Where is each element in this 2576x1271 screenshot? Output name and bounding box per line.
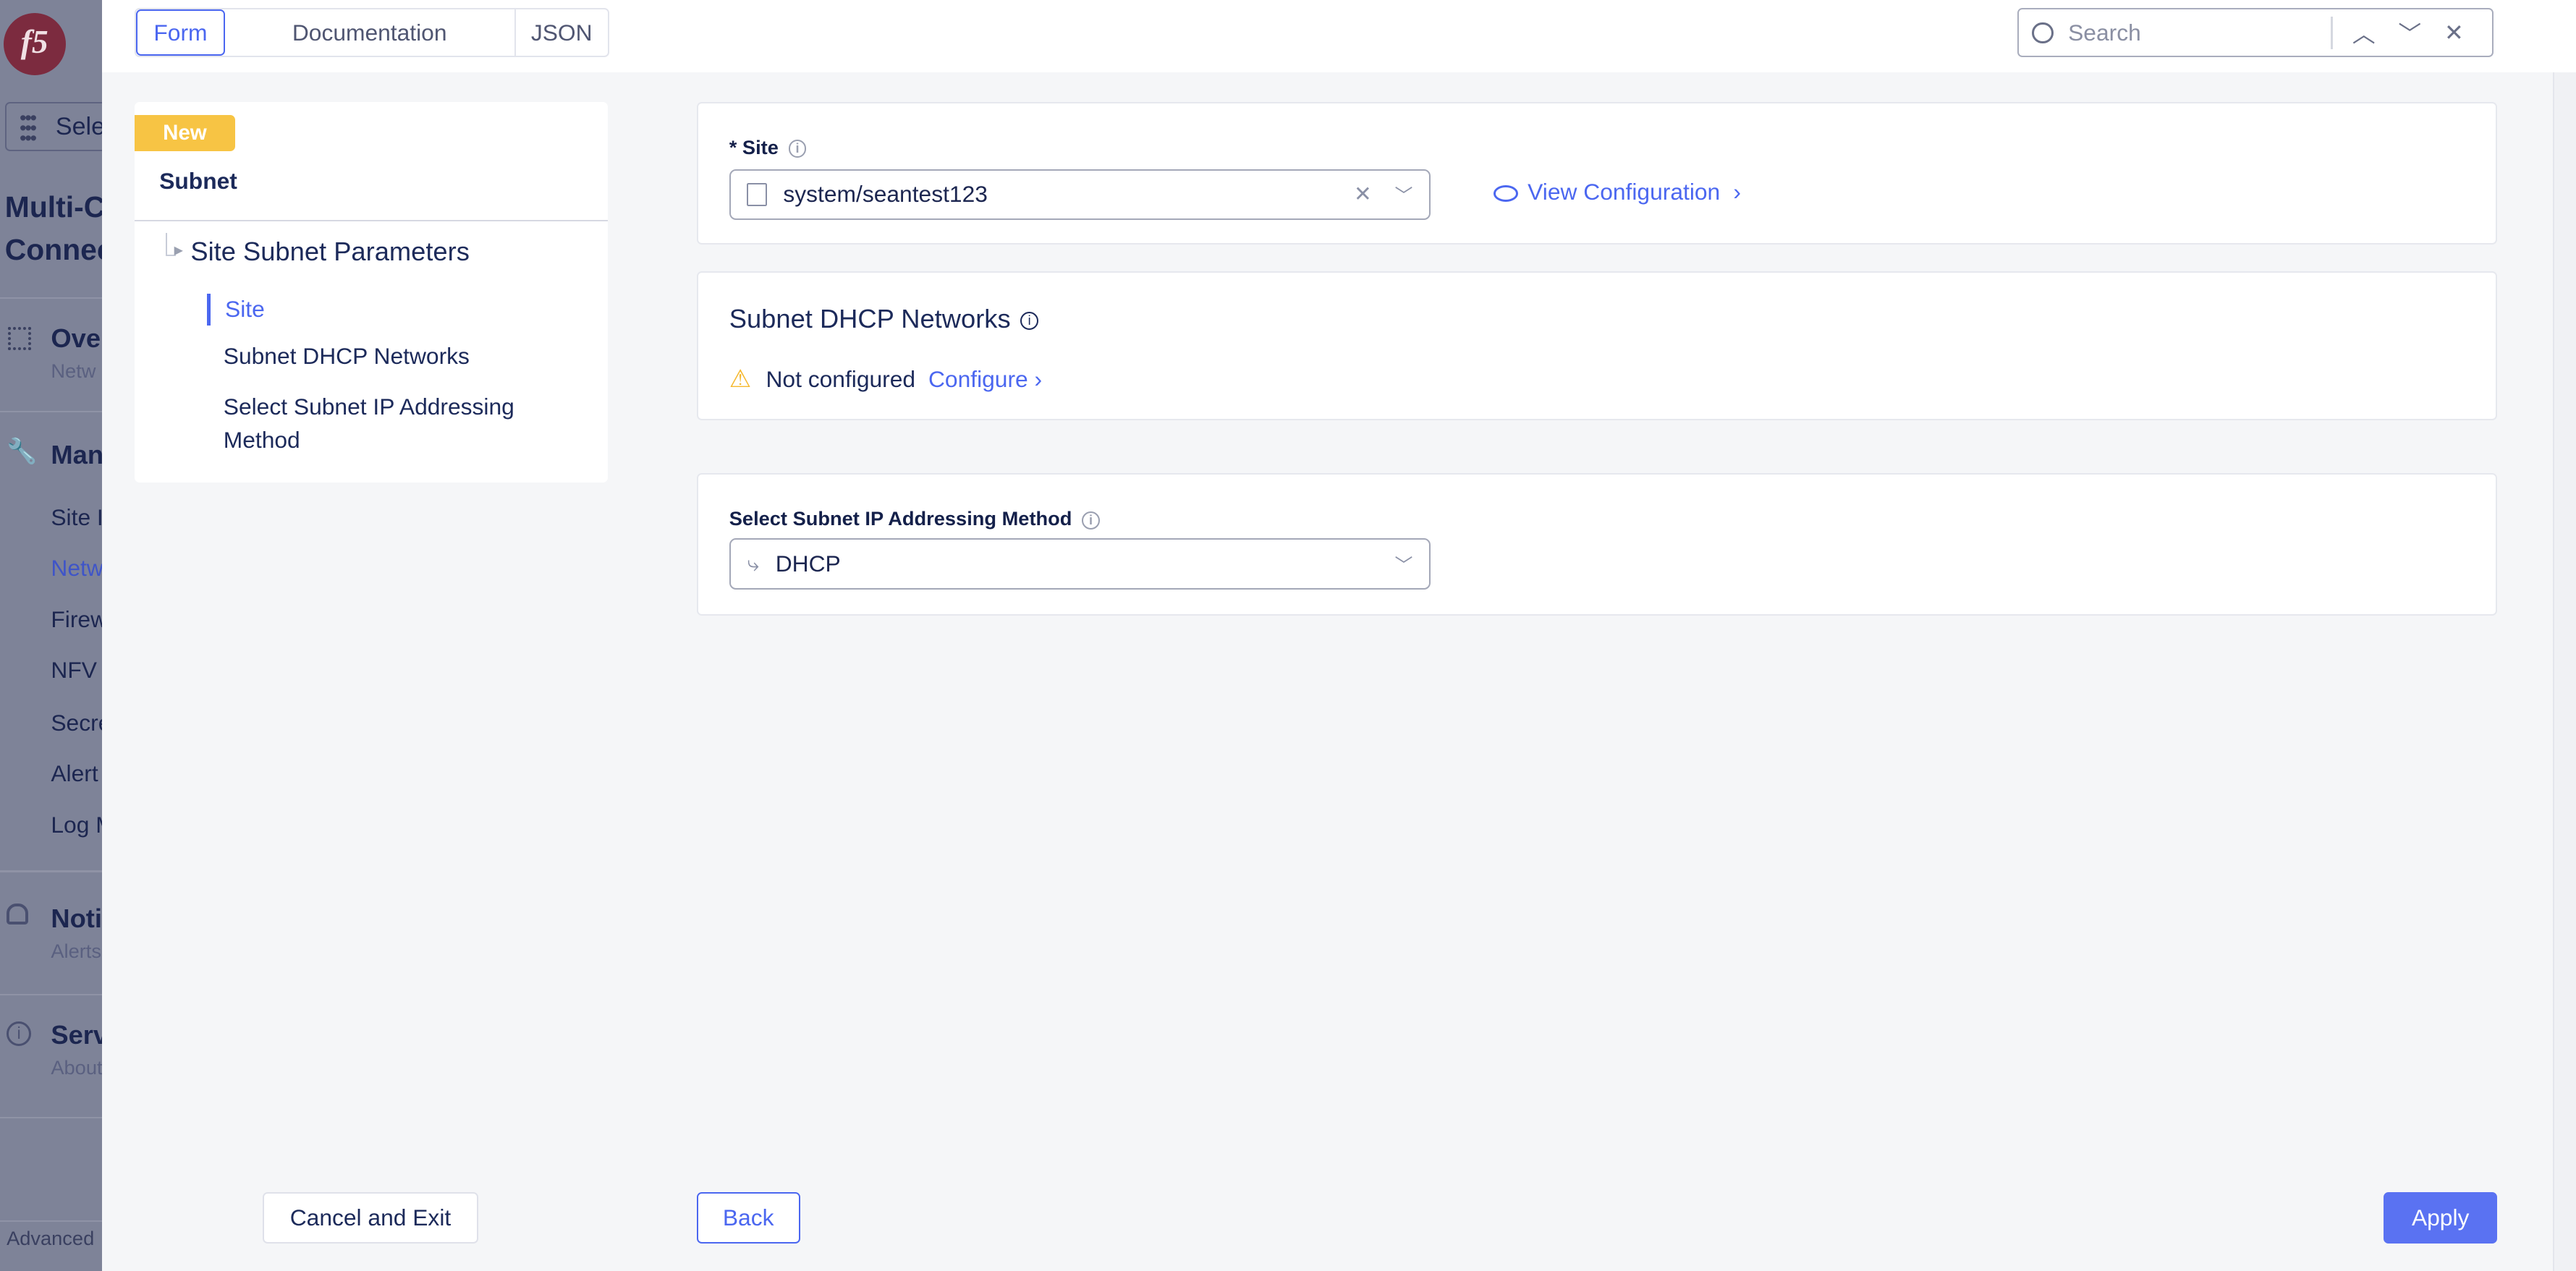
info-icon[interactable]: i xyxy=(1020,311,1039,330)
outline-item-dhcp-networks[interactable]: Subnet DHCP Networks xyxy=(224,343,470,370)
dhcp-networks-title: Subnet DHCP Networks i xyxy=(729,304,1039,334)
tab-form[interactable]: Form xyxy=(136,9,225,56)
close-search-icon[interactable]: ✕ xyxy=(2444,20,2464,46)
ip-method-select[interactable]: ⤷ DHCP ﹀ xyxy=(729,538,1431,590)
site-label: * Site i xyxy=(729,136,807,159)
wrench-icon: 🔧 xyxy=(7,437,38,465)
search-box[interactable]: Search ︿ ﹀ ✕ xyxy=(2017,8,2494,58)
sidebar-item-firewall[interactable]: Firew xyxy=(51,606,101,633)
search-input[interactable]: Search xyxy=(2068,20,2331,46)
site-select[interactable]: system/seantest123 ✕ ﹀ xyxy=(729,169,1431,220)
dhcp-status: ⚠ Not configured Configure › xyxy=(729,365,1043,393)
chevron-down-icon[interactable]: ﹀ xyxy=(1395,182,1413,208)
caret-right-icon: ▶ xyxy=(174,245,183,257)
view-tabs: Form Documentation JSON xyxy=(135,8,609,58)
ip-method-card: Select Subnet IP Addressing Method i ⤷ DH… xyxy=(696,472,2497,616)
sidebar: f5 ••••••••• Sele Multi-C Connec Over Ne… xyxy=(0,0,102,1271)
view-configuration-link[interactable]: View Configuration › xyxy=(1493,179,1741,205)
apply-button[interactable]: Apply xyxy=(2384,1192,2497,1244)
apps-grid-icon: ••• ••• ••• xyxy=(19,106,37,149)
clear-icon[interactable]: ✕ xyxy=(1354,182,1372,207)
info-icon: i xyxy=(7,1021,32,1047)
outline-item-site[interactable]: Site xyxy=(225,296,265,323)
tab-json[interactable]: JSON xyxy=(516,9,608,56)
shuffle-icon: ⤷ xyxy=(747,551,759,576)
info-icon[interactable]: i xyxy=(788,140,807,158)
app-title-line2: Connec xyxy=(4,233,102,267)
configure-link[interactable]: Configure › xyxy=(928,366,1042,392)
previous-match-icon[interactable]: ︿ xyxy=(2352,16,2376,49)
back-button[interactable]: Back xyxy=(696,1192,800,1244)
scrollbar[interactable] xyxy=(2553,72,2576,1271)
sidebar-item-secrets[interactable]: Secre xyxy=(51,710,101,736)
ip-method-label: Select Subnet IP Addressing Method i xyxy=(729,507,1100,530)
warning-icon: ⚠ xyxy=(729,365,752,393)
search-icon xyxy=(2032,22,2054,44)
workspace-select-button[interactable]: ••• ••• ••• Sele xyxy=(4,101,102,151)
new-badge: New xyxy=(135,114,235,151)
sidebar-item-nfv[interactable]: NFV xyxy=(51,657,97,684)
outline-group[interactable]: Site Subnet Parameters xyxy=(190,237,470,267)
site-object-icon xyxy=(747,182,767,206)
advanced-link[interactable]: Advanced xyxy=(7,1227,94,1250)
chevron-right-icon: › xyxy=(1733,179,1741,205)
next-match-icon[interactable]: ﹀ xyxy=(2398,16,2421,49)
eye-icon xyxy=(1493,185,1518,203)
outline-title: Subnet xyxy=(159,167,237,194)
top-bar: Form Documentation JSON Search ︿ ﹀ ✕ xyxy=(101,0,2576,72)
tab-documentation[interactable]: Documentation xyxy=(225,9,516,56)
grid-icon xyxy=(8,326,32,350)
sidebar-item-alerts[interactable]: Alert xyxy=(51,760,98,787)
form-outline: New Subnet ▶ Site Subnet Parameters Site… xyxy=(135,101,609,483)
site-card: * Site i system/seantest123 ✕ ﹀ View Conf… xyxy=(696,101,2497,245)
f5-logo[interactable]: f5 xyxy=(3,13,66,76)
bell-icon xyxy=(7,903,28,925)
chevron-down-icon[interactable]: ﹀ xyxy=(1395,551,1413,577)
sidebar-item-log[interactable]: Log M xyxy=(51,812,101,838)
info-icon[interactable]: i xyxy=(1082,511,1100,530)
outline-item-ip-method[interactable]: Select Subnet IP Addressing Method xyxy=(224,391,552,456)
cancel-and-exit-button[interactable]: Cancel and Exit xyxy=(263,1192,478,1244)
sidebar-item-site[interactable]: Site I xyxy=(51,504,101,531)
sidebar-item-networking[interactable]: Netw xyxy=(51,555,101,582)
app-title: Multi-C xyxy=(4,190,102,224)
dhcp-networks-card: Subnet DHCP Networks i ⚠ Not configured C… xyxy=(696,271,2497,421)
